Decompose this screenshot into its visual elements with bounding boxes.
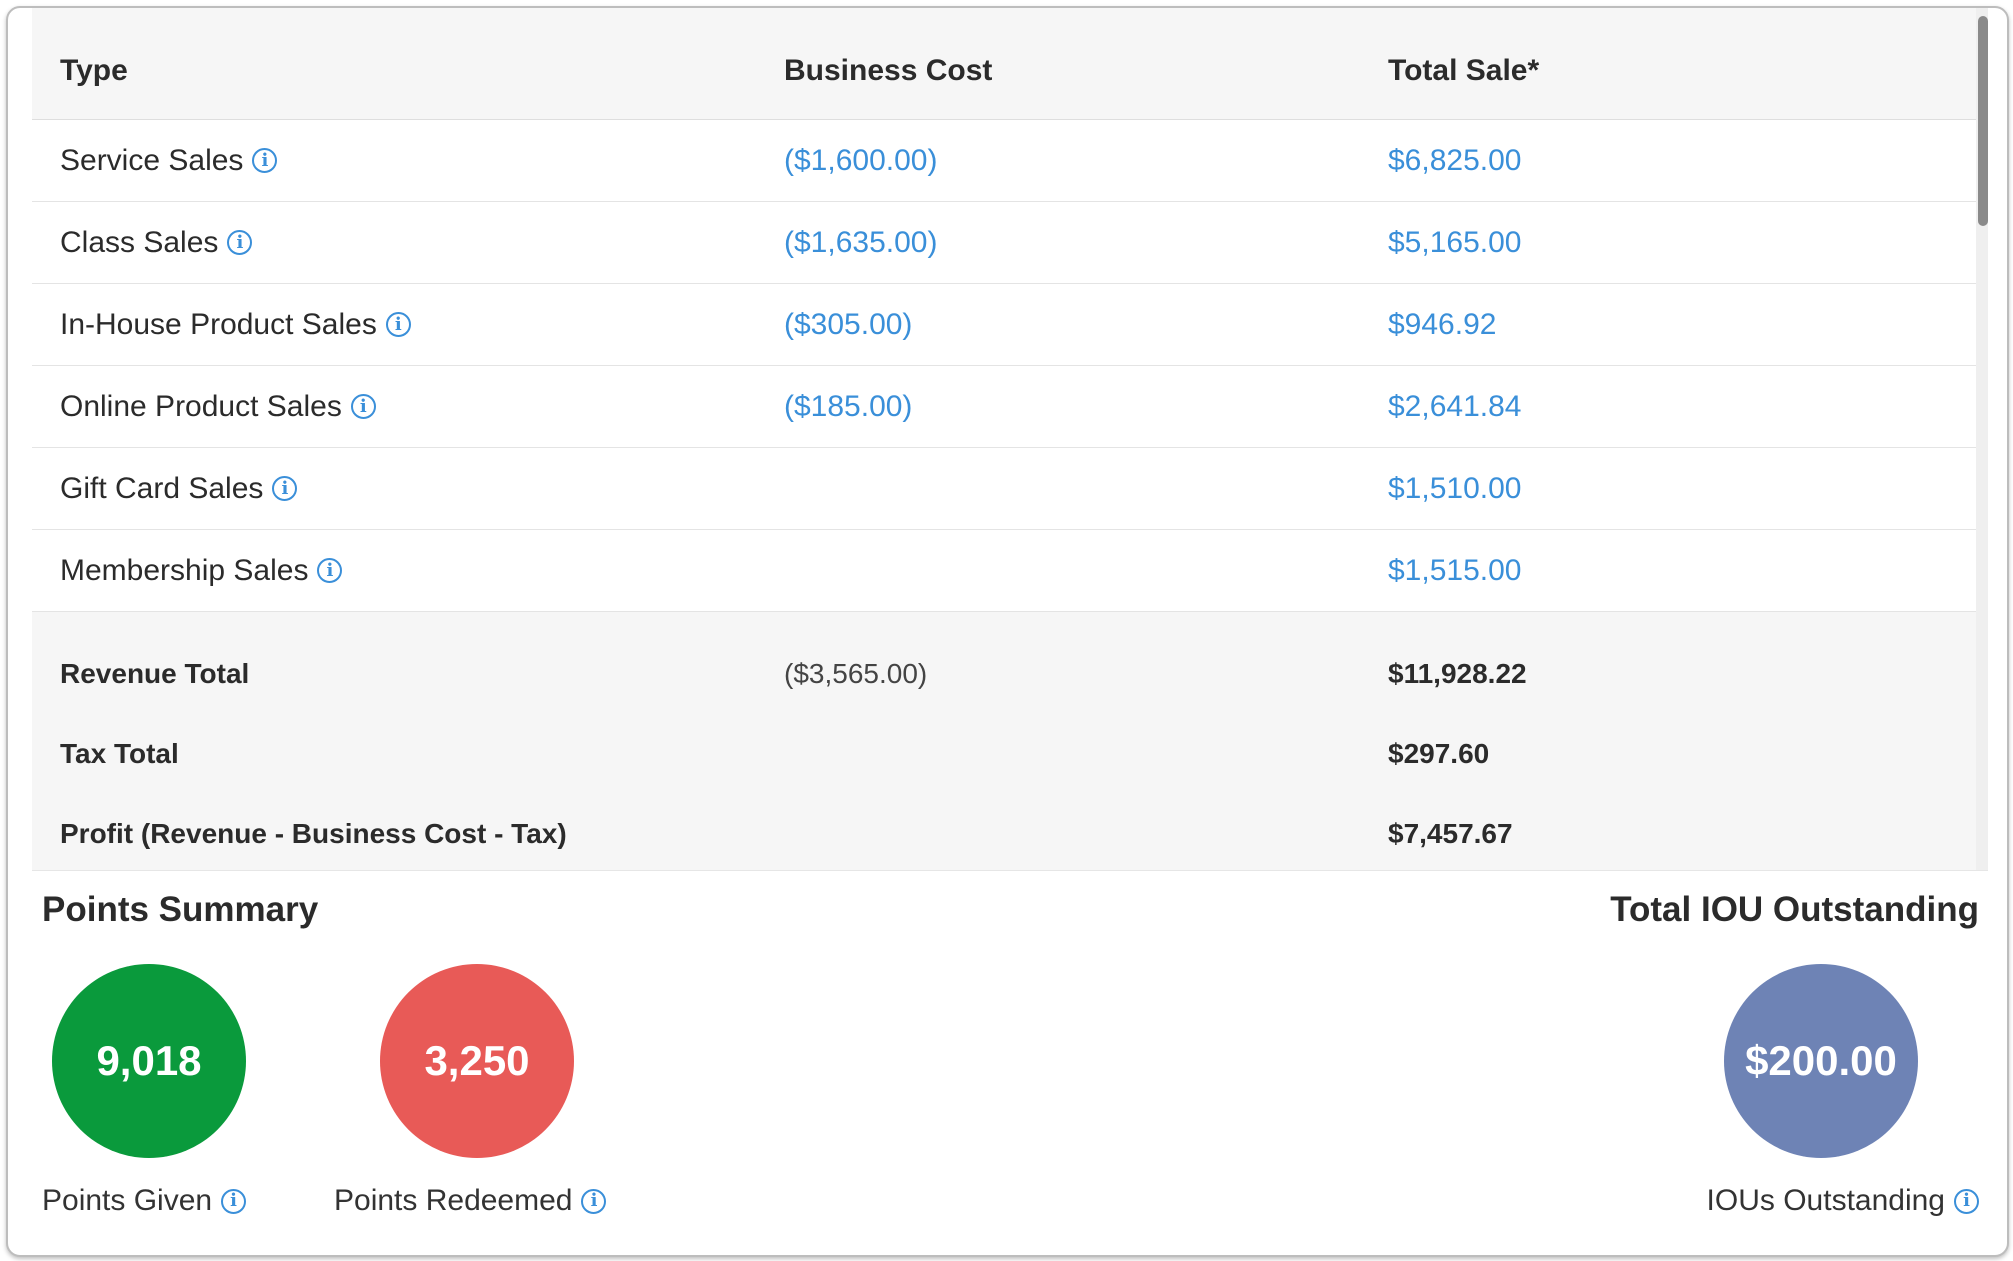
total-sale-link[interactable]: $1,510.00 xyxy=(1388,448,1521,529)
tax-total-row: Tax Total $297.60 xyxy=(32,714,1976,794)
table-row: Gift Card Sales i $1,510.00 xyxy=(32,448,1976,530)
info-icon[interactable]: i xyxy=(221,1188,247,1214)
info-icon[interactable]: i xyxy=(581,1188,607,1214)
table-row: Online Product Sales i ($185.00) $2,641.8… xyxy=(32,366,1976,448)
info-icon[interactable]: i xyxy=(227,230,253,255)
business-cost-link[interactable]: ($305.00) xyxy=(784,284,912,365)
row-type-label: Class Sales xyxy=(60,225,219,259)
points-redeemed-value: 3,250 xyxy=(424,1037,530,1084)
total-sale-link[interactable]: $2,641.84 xyxy=(1388,366,1521,447)
iou-outstanding-label: IOUs Outstanding xyxy=(1706,1184,1945,1217)
iou-title: Total IOU Outstanding xyxy=(1610,890,1979,929)
points-given-label: Points Given xyxy=(42,1184,213,1217)
info-icon[interactable]: i xyxy=(252,148,278,173)
profit-label: Profit (Revenue - Business Cost - Tax) xyxy=(60,818,567,849)
points-given-value: 9,018 xyxy=(96,1037,202,1084)
table-row: Service Sales i ($1,600.00) $6,825.00 xyxy=(32,120,1976,202)
sales-summary-panel: Type Business Cost Total Sale* Service S… xyxy=(6,6,2009,1257)
info-icon[interactable]: i xyxy=(317,558,343,583)
tax-total-value: $297.60 xyxy=(1388,738,1490,769)
table-row: Class Sales i ($1,635.00) $5,165.00 xyxy=(32,202,1976,284)
header-total-sale: Total Sale* xyxy=(1388,53,1540,87)
table-header-row: Type Business Cost Total Sale* xyxy=(32,22,1976,120)
points-summary-title: Points Summary xyxy=(42,890,319,929)
revenue-total-cost: ($3,565.00) xyxy=(784,658,928,689)
points-redeemed-caption: Points Redeemed i xyxy=(334,1184,607,1218)
business-cost-link[interactable]: ($1,635.00) xyxy=(784,202,937,283)
points-redeemed-label: Points Redeemed xyxy=(334,1184,573,1217)
points-given-caption: Points Given i xyxy=(42,1184,247,1218)
table-row: Membership Sales i $1,515.00 xyxy=(32,530,1976,612)
info-icon[interactable]: i xyxy=(1954,1188,1979,1214)
row-type-label: Online Product Sales xyxy=(60,389,342,423)
profit-value: $7,457.67 xyxy=(1388,818,1513,849)
info-icon[interactable]: i xyxy=(350,394,376,419)
iou-outstanding-value: $200.00 xyxy=(1745,1037,1897,1084)
total-sale-link[interactable]: $6,825.00 xyxy=(1388,120,1521,201)
iou-outstanding-caption: IOUs Outstanding i xyxy=(1707,1184,1979,1218)
sales-table: Type Business Cost Total Sale* Service S… xyxy=(32,8,1988,871)
table-scrollbar[interactable] xyxy=(1976,8,1988,870)
points-given-badge: 9,018 xyxy=(52,964,246,1158)
row-type-label: Membership Sales xyxy=(60,553,309,587)
header-type: Type xyxy=(60,53,128,87)
profit-row: Profit (Revenue - Business Cost - Tax) $… xyxy=(32,794,1976,870)
scrollbar-thumb[interactable] xyxy=(1978,16,1988,226)
row-type-label: Gift Card Sales xyxy=(60,471,264,505)
revenue-total-label: Revenue Total xyxy=(60,658,250,689)
row-type-label: Service Sales xyxy=(60,143,244,177)
total-sale-link[interactable]: $946.92 xyxy=(1388,284,1496,365)
totals-section: Revenue Total ($3,565.00) $11,928.22 Tax… xyxy=(32,634,1976,870)
iou-outstanding-badge: $200.00 xyxy=(1724,964,1918,1158)
business-cost-link[interactable]: ($1,600.00) xyxy=(784,120,937,201)
business-cost-link[interactable]: ($185.00) xyxy=(784,366,912,447)
row-type-label: In-House Product Sales xyxy=(60,307,377,341)
total-sale-link[interactable]: $5,165.00 xyxy=(1388,202,1521,283)
total-sale-link[interactable]: $1,515.00 xyxy=(1388,530,1521,611)
revenue-total-row: Revenue Total ($3,565.00) $11,928.22 xyxy=(32,634,1976,714)
info-icon[interactable]: i xyxy=(272,476,298,501)
points-redeemed-badge: 3,250 xyxy=(380,964,574,1158)
tax-total-label: Tax Total xyxy=(60,738,179,769)
table-row: In-House Product Sales i ($305.00) $946.9… xyxy=(32,284,1976,366)
revenue-total-value: $11,928.22 xyxy=(1388,658,1527,689)
info-icon[interactable]: i xyxy=(385,312,411,337)
header-business-cost: Business Cost xyxy=(784,53,993,87)
